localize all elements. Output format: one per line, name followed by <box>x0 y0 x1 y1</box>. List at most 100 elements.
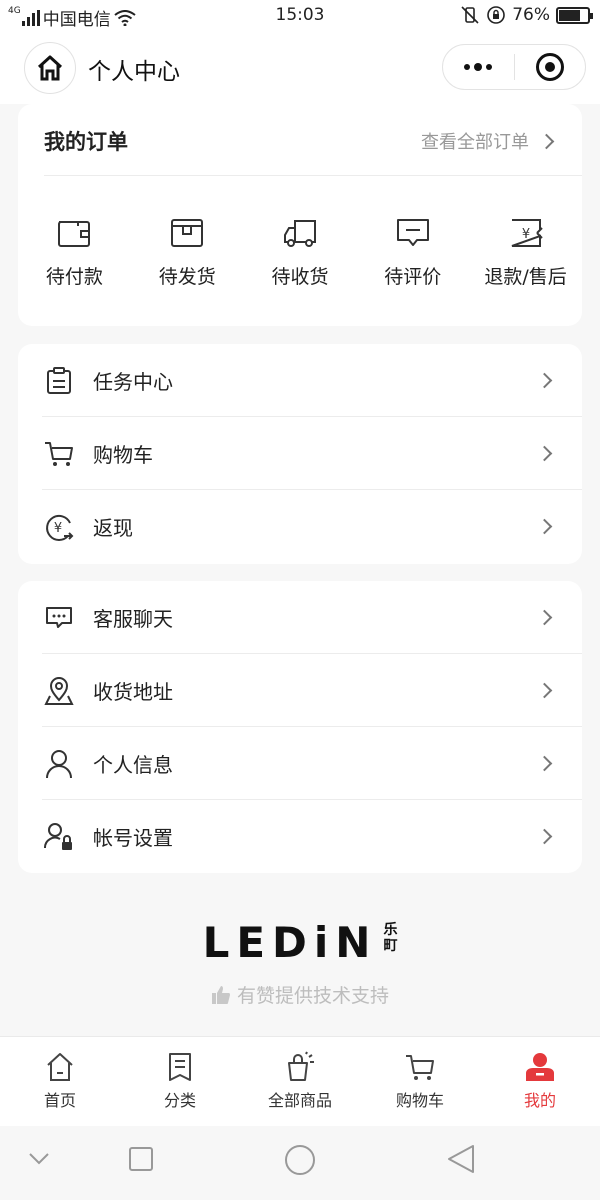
home-button[interactable] <box>24 42 76 94</box>
tab-label: 首页 <box>43 1091 76 1110</box>
system-home-button[interactable] <box>284 1144 316 1176</box>
battery-percent: 76% <box>512 5 550 25</box>
menu-item-label: 帐号设置 <box>93 826 173 850</box>
comment-icon <box>396 219 429 246</box>
chat-icon <box>44 603 74 633</box>
chevron-down-icon[interactable] <box>28 1152 50 1166</box>
brand-logo-cn: 乐 町 <box>383 922 397 954</box>
tab-bar: 首页 分类 全部商品 购物车 我的 <box>0 1036 600 1126</box>
brand-logo-cn-bottom: 町 <box>383 938 398 954</box>
back-button[interactable] <box>446 1144 476 1174</box>
tab-label: 购物车 <box>395 1091 444 1110</box>
menu-item-cashback[interactable]: ¥ 返现 <box>18 490 582 563</box>
cart-icon <box>44 439 74 469</box>
view-all-orders-label: 查看全部订单 <box>421 132 529 153</box>
status-bar: 4G 中国电信 15:03 76% <box>0 0 600 32</box>
brand-logo-text: LEDiN <box>202 918 378 967</box>
order-status-refund[interactable]: ¥ 退款/售后 <box>469 216 582 289</box>
target-icon <box>535 53 564 81</box>
chevron-right-icon <box>536 609 553 626</box>
chevron-right-icon <box>536 445 553 462</box>
menu-item-label: 购物车 <box>93 443 153 467</box>
clipboard-icon <box>44 366 74 396</box>
order-status-pending-review[interactable]: 待评价 <box>356 216 469 289</box>
battery-icon <box>556 6 593 24</box>
chevron-right-icon <box>538 133 555 149</box>
truck-icon <box>283 220 316 247</box>
menu-item-label: 任务中心 <box>93 370 173 394</box>
menu-card-2: 客服聊天 收货地址 个人信息 帐号设置 <box>18 581 582 873</box>
chevron-right-icon <box>536 682 553 699</box>
order-status-label: 退款/售后 <box>484 266 567 288</box>
shopping-bag-icon <box>288 1051 314 1081</box>
status-right: 76% <box>460 5 593 25</box>
orders-header: 我的订单 查看全部订单 <box>44 104 582 176</box>
chevron-right-icon <box>536 755 553 772</box>
user-lock-icon <box>44 822 74 852</box>
nav-bar: 个人中心 <box>0 32 600 104</box>
orders-title: 我的订单 <box>44 130 128 154</box>
menu-item-shipping-address[interactable]: 收货地址 <box>18 654 582 727</box>
tab-mine[interactable]: 我的 <box>480 1037 600 1126</box>
cashback-icon: ¥ <box>44 512 74 542</box>
category-icon <box>169 1053 191 1081</box>
order-status-pending-receipt[interactable]: 待收货 <box>244 216 357 289</box>
menu-item-label: 返现 <box>93 516 133 540</box>
orders-card: 我的订单 查看全部订单 待付款 待发货 待收货 待评价 ¥ 退款/售后 <box>18 104 582 326</box>
cart-icon <box>406 1055 434 1080</box>
chevron-right-icon <box>536 828 553 845</box>
svg-text:¥: ¥ <box>521 227 529 242</box>
system-navigation-bar <box>0 1126 600 1200</box>
tab-cart[interactable]: 购物车 <box>360 1037 480 1126</box>
tab-label: 分类 <box>163 1091 196 1110</box>
brand-logo-cn-top: 乐 <box>383 922 398 938</box>
more-dots-icon <box>474 63 483 71</box>
svg-text:¥: ¥ <box>54 521 62 536</box>
order-status-label: 待付款 <box>45 266 103 288</box>
order-status-label: 待收货 <box>271 266 329 288</box>
battery-fill <box>559 9 580 21</box>
menu-item-task-center[interactable]: 任务中心 <box>18 344 582 417</box>
profile-icon <box>526 1053 554 1081</box>
tab-all-products[interactable]: 全部商品 <box>240 1037 360 1126</box>
tab-label: 我的 <box>523 1091 556 1110</box>
home-icon <box>37 55 63 81</box>
powered-by-label: 有赞提供技术支持 <box>236 985 389 1007</box>
menu-item-account-settings[interactable]: 帐号设置 <box>18 800 582 873</box>
user-icon <box>44 749 74 779</box>
menu-item-cart[interactable]: 购物车 <box>18 417 582 490</box>
recent-apps-button[interactable] <box>128 1146 154 1172</box>
refund-icon: ¥ <box>511 219 543 247</box>
view-all-orders-link[interactable]: 查看全部订单 <box>421 128 555 154</box>
menu-item-customer-chat[interactable]: 客服聊天 <box>18 581 582 654</box>
brand-footer: LEDiN 乐 町 有赞提供技术支持 <box>0 918 600 1008</box>
menu-card-1: 任务中心 购物车 ¥ 返现 <box>18 344 582 564</box>
brand-logo: LEDiN 乐 町 <box>203 918 398 967</box>
order-status-pending-payment[interactable]: 待付款 <box>18 216 131 289</box>
more-dot <box>464 64 471 70</box>
tab-home[interactable]: 首页 <box>0 1037 120 1126</box>
chevron-right-icon <box>536 372 553 389</box>
close-button[interactable] <box>515 45 586 89</box>
location-icon <box>44 676 74 706</box>
more-button[interactable] <box>443 45 514 89</box>
home-icon <box>47 1053 73 1081</box>
thumbs-up-icon <box>211 985 230 1004</box>
powered-by: 有赞提供技术支持 <box>0 981 600 1008</box>
order-status-pending-shipment[interactable]: 待发货 <box>131 216 244 289</box>
order-status-label: 待发货 <box>158 266 216 288</box>
menu-item-label: 收货地址 <box>93 680 173 704</box>
more-dot <box>486 64 493 70</box>
rotation-lock-icon <box>487 6 506 24</box>
chevron-right-icon <box>536 518 553 535</box>
mini-program-capsule <box>442 44 586 90</box>
vibrate-off-icon <box>461 6 479 24</box>
menu-item-label: 客服聊天 <box>93 607 173 631</box>
menu-item-personal-info[interactable]: 个人信息 <box>18 727 582 800</box>
tab-label: 全部商品 <box>267 1091 332 1110</box>
order-status-label: 待评价 <box>384 266 442 288</box>
tab-category[interactable]: 分类 <box>120 1037 240 1126</box>
page-title: 个人中心 <box>88 59 180 85</box>
wallet-icon <box>58 221 91 247</box>
menu-item-label: 个人信息 <box>93 753 173 777</box>
